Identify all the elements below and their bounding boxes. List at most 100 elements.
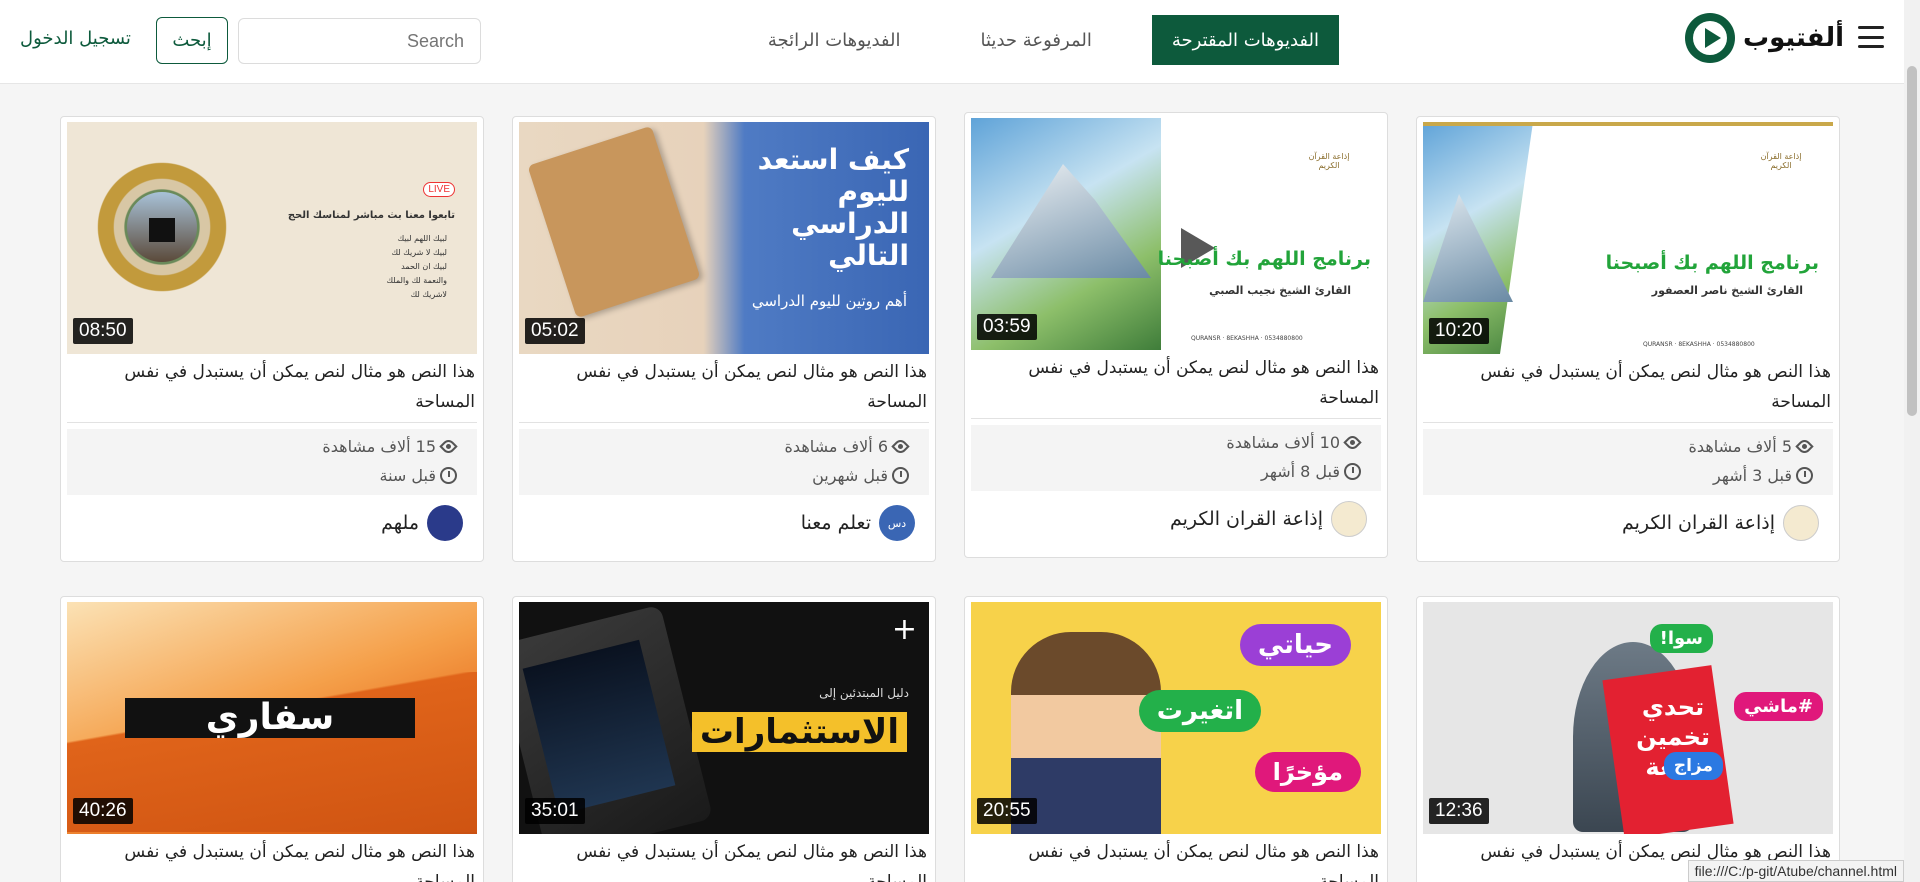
video-card[interactable]: برنامج اللهم بك أصبحنا القارئ الشيخ نجيب…	[964, 112, 1388, 558]
video-thumbnail[interactable]: كيف استعد لليوم الدراسي التالي أهم روتين…	[519, 122, 929, 354]
thumb-headline: تابعوا معنا بث مباشر لمناسك الحج	[287, 210, 455, 221]
thumb-headline: الاستثمارات	[691, 712, 907, 752]
clock-icon	[1796, 467, 1813, 484]
video-card[interactable]: حياتي اتغيرت مؤخرًا 20:55 هذا النص هو مث…	[964, 596, 1388, 882]
clock-icon	[892, 467, 909, 484]
link-status-url: file:///C:/p-git/Atube/channel.html	[1687, 860, 1904, 882]
tab-suggested[interactable]: الفديوهات المقترحة	[1151, 15, 1339, 65]
thumb-subtitle: دليل المبتدئين إلى	[819, 686, 909, 700]
logo-text: ألفتيوب	[1742, 23, 1844, 53]
plus-icon: +	[891, 612, 917, 647]
channel-name[interactable]: إذاعة القران الكريم	[1622, 512, 1775, 534]
video-duration: 12:36	[1429, 798, 1489, 824]
video-title[interactable]: هذا النص هو مثال لنص يمكن أن يستبدل في ن…	[67, 837, 475, 882]
video-title[interactable]: هذا النص هو مثال لنص يمكن أن يستبدل في ن…	[971, 837, 1379, 882]
video-duration: 08:50	[73, 318, 133, 344]
video-card[interactable]: LIVE تابعوا معنا بث مباشر لمناسك الحج لب…	[60, 116, 484, 562]
video-title[interactable]: هذا النص هو مثال لنص يمكن أن يستبدل في ن…	[519, 837, 927, 882]
channel-avatar[interactable]	[427, 505, 463, 541]
thumb-brand: إذاعة القرآن الكريم	[1308, 152, 1350, 170]
channel-info[interactable]: دس تعلم معنا	[801, 505, 915, 541]
video-thumbnail[interactable]: برنامج اللهم بك أصبحنا القارئ الشيخ نجيب…	[971, 118, 1381, 350]
video-thumbnail[interactable]: تحدي تخمين اللغة سوا! #ماشي مزاج 12:36	[1423, 602, 1833, 834]
clock-icon	[1344, 463, 1361, 480]
channel-avatar[interactable]	[1783, 505, 1819, 541]
thumb-subtitle: أهم روتين لليوم الدراسي	[751, 292, 907, 310]
eye-icon	[1343, 433, 1362, 452]
thumb-headline: برنامج اللهم بك أصبحنا	[1157, 248, 1371, 270]
thumb-subtitle: القارئ الشيخ نجيب الصبي	[1209, 284, 1351, 297]
video-duration: 05:02	[525, 318, 585, 344]
channel-avatar[interactable]	[1331, 501, 1367, 537]
video-title[interactable]: هذا النص هو مثال لنص يمكن أن يستبدل في ن…	[67, 357, 475, 417]
search-button[interactable]: إبحث	[156, 17, 228, 64]
divider	[519, 422, 929, 423]
video-card[interactable]: تحدي تخمين اللغة سوا! #ماشي مزاج 12:36 ه…	[1416, 596, 1840, 882]
login-link[interactable]: تسجيل الدخول	[20, 28, 131, 49]
thumb-handles: QURANSR · 8EKASHHA · 0534880800	[1191, 335, 1303, 342]
thumb-headline: كيف استعد لليوم الدراسي التالي	[757, 143, 909, 272]
channel-name[interactable]: تعلم معنا	[801, 512, 871, 534]
thumb-brand: إذاعة القرآن الكريم	[1760, 152, 1802, 170]
video-meta: 6 ألاف مشاهدة قبل شهرين	[519, 429, 929, 495]
video-meta: 15 ألاف مشاهدة قبل سنة	[67, 429, 477, 495]
video-title[interactable]: هذا النص هو مثال لنص يمكن أن يستبدل في ن…	[1423, 357, 1831, 417]
video-duration: 35:01	[525, 798, 585, 824]
video-duration: 40:26	[73, 798, 133, 824]
video-meta: 10 ألاف مشاهدة قبل 8 أشهر	[971, 425, 1381, 491]
thumb-headline: برنامج اللهم بك أصبحنا	[1605, 252, 1819, 274]
divider	[971, 418, 1381, 419]
view-count: 15 ألاف مشاهدة	[322, 437, 436, 456]
video-thumbnail[interactable]: سفاري 40:26	[67, 602, 477, 834]
tab-trending[interactable]: الفديوهات الرائجة	[748, 15, 921, 65]
search-box	[238, 18, 481, 64]
nav-tabs: الفديوهات المقترحة المرفوعة حديثا الفديو…	[708, 15, 1339, 65]
thumb-tag: #ماشي	[1734, 692, 1823, 721]
scrollbar-thumb[interactable]	[1907, 66, 1917, 416]
upload-time: قبل شهرين	[812, 466, 888, 485]
video-title[interactable]: هذا النص هو مثال لنص يمكن أن يستبدل في ن…	[971, 353, 1379, 413]
eye-icon	[891, 437, 910, 456]
video-card[interactable]: سفاري 40:26 هذا النص هو مثال لنص يمكن أن…	[60, 596, 484, 882]
video-duration: 20:55	[977, 798, 1037, 824]
upload-time: قبل 8 أشهر	[1260, 462, 1340, 481]
thumb-tag: مؤخرًا	[1254, 752, 1361, 792]
menu-icon[interactable]	[1858, 26, 1884, 48]
site-logo[interactable]: ألفتيوب	[1684, 12, 1844, 64]
channel-name[interactable]: إذاعة القران الكريم	[1170, 508, 1323, 530]
video-card[interactable]: كيف استعد لليوم الدراسي التالي أهم روتين…	[512, 116, 936, 562]
video-thumbnail[interactable]: دليل المبتدئين إلى الاستثمارات + 35:01	[519, 602, 929, 834]
thumb-handles: QURANSR · 8EKASHHA · 0534880800	[1643, 341, 1755, 348]
channel-info[interactable]: إذاعة القران الكريم	[1622, 505, 1819, 541]
view-count: 6 ألاف مشاهدة	[784, 437, 888, 456]
channel-info[interactable]: ملهم	[381, 505, 463, 541]
divider	[1423, 422, 1833, 423]
clock-icon	[440, 467, 457, 484]
upload-time: قبل سنة	[379, 466, 437, 485]
video-duration: 10:20	[1429, 318, 1489, 344]
play-logo-icon	[1684, 13, 1735, 63]
channel-avatar[interactable]: دس	[879, 505, 915, 541]
thumb-tag: سوا!	[1649, 624, 1713, 653]
vertical-scrollbar[interactable]	[1904, 0, 1920, 882]
channel-info[interactable]: إذاعة القران الكريم	[1170, 501, 1367, 537]
video-thumbnail[interactable]: LIVE تابعوا معنا بث مباشر لمناسك الحج لب…	[67, 122, 477, 354]
divider	[67, 422, 477, 423]
thumb-subtitle: القارئ الشيخ ناصر العصفور	[1651, 284, 1803, 297]
view-count: 10 ألاف مشاهدة	[1226, 433, 1340, 452]
video-meta: 5 ألاف مشاهدة قبل 3 أشهر	[1423, 429, 1833, 495]
tab-recent[interactable]: المرفوعة حديثا	[961, 15, 1112, 65]
thumb-lines: لبيك اللهم لبيك لبيك لا شريك لك لبيك ان ال…	[386, 234, 447, 299]
video-card[interactable]: دليل المبتدئين إلى الاستثمارات + 35:01 ه…	[512, 596, 936, 882]
search-input[interactable]	[239, 19, 480, 63]
video-title[interactable]: هذا النص هو مثال لنص يمكن أن يستبدل في ن…	[519, 357, 927, 417]
video-thumbnail[interactable]: حياتي اتغيرت مؤخرًا 20:55	[971, 602, 1381, 834]
upload-time: قبل 3 أشهر	[1712, 466, 1792, 485]
view-count: 5 ألاف مشاهدة	[1688, 437, 1792, 456]
thumb-tag: اتغيرت	[1138, 690, 1261, 732]
video-thumbnail[interactable]: برنامج اللهم بك أصبحنا القارئ الشيخ ناصر…	[1423, 122, 1833, 354]
video-duration: 03:59	[977, 314, 1037, 340]
thumb-headline: سفاري	[125, 698, 415, 738]
video-card[interactable]: برنامج اللهم بك أصبحنا القارئ الشيخ ناصر…	[1416, 116, 1840, 562]
channel-name[interactable]: ملهم	[381, 512, 419, 534]
